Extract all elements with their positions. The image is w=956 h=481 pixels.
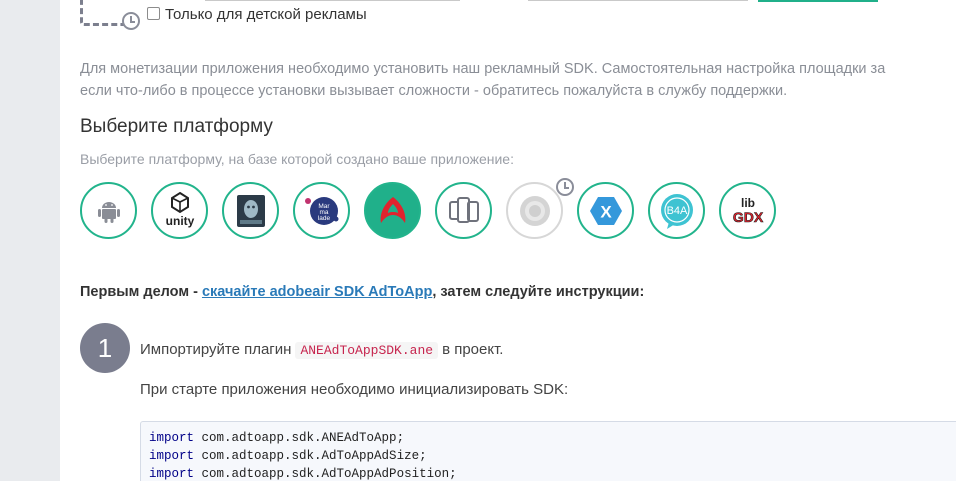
plugin-filename: ANEAdToAppSDK.ane <box>295 342 439 359</box>
clock-icon <box>556 178 574 196</box>
platform-unity-button[interactable]: unity <box>151 182 208 239</box>
intro-line-2: если что-либо в процессе установки вызыв… <box>80 83 788 99</box>
libgdx-icon: lib GDX <box>732 196 764 225</box>
top-filter-bar: Только для детской рекламы <box>60 0 956 30</box>
clock-icon <box>122 12 140 30</box>
intro-text: Для монетизации приложения необходимо ус… <box>80 58 956 102</box>
platform-adobe-air-button[interactable] <box>364 182 421 239</box>
b4a-icon: B4A <box>660 193 693 229</box>
kids-only-label: Только для детской рекламы <box>165 6 367 23</box>
svg-text:X: X <box>600 202 612 221</box>
intro-line-1: Для монетизации приложения необходимо ус… <box>80 61 886 77</box>
svg-text:B4A: B4A <box>666 205 687 217</box>
platform-devices-button[interactable] <box>435 182 492 239</box>
svg-text:lade: lade <box>317 215 330 222</box>
step-number-badge: 1 <box>80 323 130 373</box>
xamarin-icon: X <box>589 196 622 225</box>
first-step-suffix: , затем следуйте инструкции: <box>432 284 645 300</box>
kids-only-checkbox[interactable] <box>147 7 160 20</box>
platform-corona-button[interactable] <box>506 182 563 239</box>
field-underline <box>528 0 748 1</box>
platform-libgdx-button[interactable]: lib GDX <box>719 182 776 239</box>
unity-icon: unity <box>165 191 194 228</box>
platform-section-title: Выберите платформу <box>80 116 273 137</box>
platform-b4a-button[interactable]: B4A <box>648 182 705 239</box>
code-line: import com.adtoapp.sdk.AdToAppAdSize; <box>149 449 427 463</box>
svg-text:GDX: GDX <box>732 209 763 225</box>
cocos2d-icon <box>236 194 265 227</box>
step-1-text-after: в проект. <box>442 341 504 358</box>
platform-section-subtitle: Выберите платформу, на базе которой созд… <box>80 151 514 167</box>
code-block: import com.adtoapp.sdk.ANEAdToApp; impor… <box>140 421 956 481</box>
code-line: import com.adtoapp.sdk.ANEAdToApp; <box>149 431 405 445</box>
code-line: import com.adtoapp.sdk.AdToAppAdPosition… <box>149 467 457 481</box>
multiple-devices-icon <box>448 196 479 223</box>
first-step-prefix: Первым делом - <box>80 284 202 300</box>
svg-text:unity: unity <box>165 214 194 228</box>
field-underline <box>205 0 460 1</box>
main-content: Только для детской рекламы Для монетизац… <box>60 0 956 481</box>
corona-icon <box>519 195 550 226</box>
platform-android-button[interactable] <box>80 182 137 239</box>
step-1-text-before: Импортируйте плагин <box>140 341 292 358</box>
accent-button-edge[interactable] <box>758 0 878 2</box>
step-1-text: Импортируйте плагин ANEAdToAppSDK.ane в пр… <box>140 341 504 359</box>
android-icon <box>97 201 120 223</box>
marmalade-icon: Mar ma lade <box>304 196 338 225</box>
adobe-air-icon <box>380 196 405 223</box>
svg-text:lib: lib <box>741 196 755 210</box>
platform-cocos2d-button[interactable] <box>222 182 279 239</box>
first-step-text: Первым делом - скачайте adobeair SDK AdT… <box>80 284 644 300</box>
platform-xamarin-button[interactable]: X <box>577 182 634 239</box>
init-instruction: При старте приложения необходимо инициал… <box>140 381 569 398</box>
download-sdk-link[interactable]: скачайте adobeair SDK AdToApp <box>202 284 432 300</box>
platform-marmalade-button[interactable]: Mar ma lade <box>293 182 350 239</box>
